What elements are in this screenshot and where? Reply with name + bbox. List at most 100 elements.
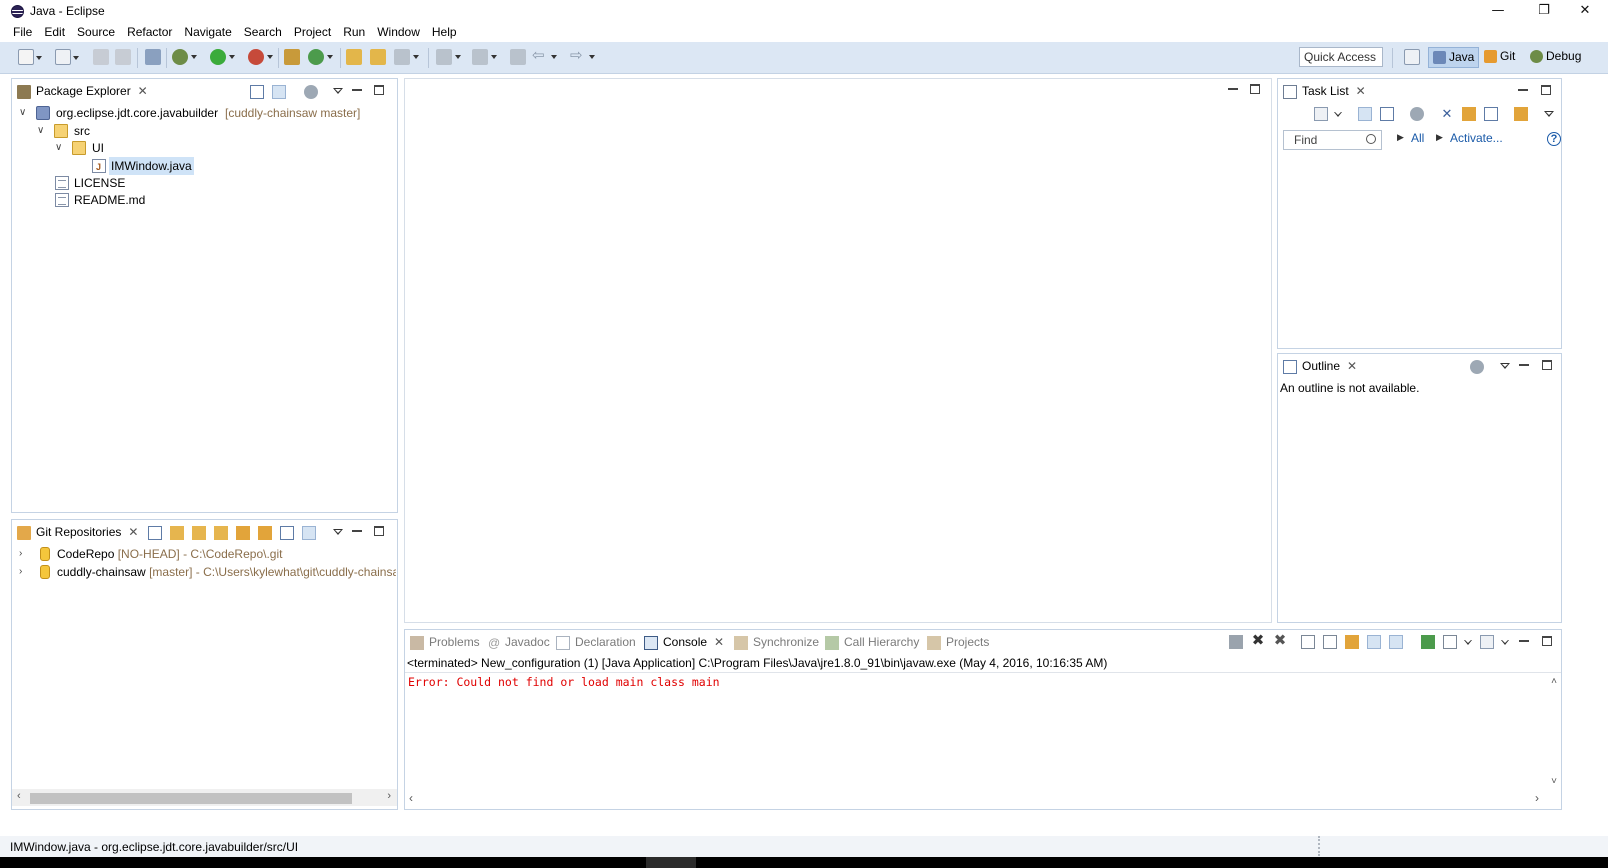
maximize-view-icon[interactable] bbox=[374, 526, 384, 536]
menu-source[interactable]: Source bbox=[71, 22, 121, 42]
console-error-output[interactable]: Error: Could not find or load main class… bbox=[408, 675, 720, 689]
close-tab-icon[interactable]: ✕ bbox=[138, 81, 148, 101]
find-task-input[interactable]: Find bbox=[1283, 130, 1382, 150]
menu-refactor[interactable]: Refactor bbox=[121, 22, 178, 42]
collapse-all-icon[interactable] bbox=[148, 526, 162, 540]
open-perspective-icon[interactable] bbox=[1404, 49, 1420, 65]
repo-item-cuddly-chainsaw[interactable]: › cuddly-chainsaw [master] - C:\Users\ky… bbox=[19, 563, 396, 581]
scroll-down-icon[interactable]: ˅ bbox=[1551, 776, 1557, 787]
maximize-view-icon[interactable] bbox=[1541, 85, 1551, 95]
perspective-git[interactable]: Git bbox=[1480, 47, 1519, 68]
view-menu-icon[interactable] bbox=[1544, 111, 1554, 117]
search-icon[interactable] bbox=[394, 49, 419, 65]
all-tasks-link[interactable]: All bbox=[1411, 131, 1424, 145]
tab-outline[interactable]: Outline ✕ bbox=[1278, 356, 1363, 378]
tab-synchronize[interactable]: Synchronize bbox=[729, 632, 825, 654]
activate-link[interactable]: Activate... bbox=[1450, 131, 1503, 145]
pin-console-icon[interactable] bbox=[1421, 635, 1435, 649]
close-button[interactable]: ✕ bbox=[1562, 0, 1608, 22]
word-wrap-icon[interactable] bbox=[1345, 635, 1359, 649]
menu-file[interactable]: File bbox=[7, 22, 38, 42]
tab-declaration[interactable]: Declaration bbox=[551, 632, 642, 654]
horizontal-scrollbar[interactable]: ‹ › bbox=[12, 789, 397, 806]
previous-annotation-icon[interactable] bbox=[472, 49, 497, 65]
open-console-icon[interactable] bbox=[1480, 635, 1494, 649]
add-repository-icon[interactable] bbox=[170, 526, 184, 540]
repo-item-coderepo[interactable]: › CodeRepo [NO-HEAD] - C:\CodeRepo\.git bbox=[19, 545, 394, 563]
perspective-debug[interactable]: Debug bbox=[1526, 47, 1585, 68]
minimize-view-icon[interactable] bbox=[1519, 636, 1529, 646]
display-selected-console-icon[interactable] bbox=[1443, 635, 1457, 649]
terminate-icon[interactable] bbox=[1229, 635, 1243, 649]
search-icon[interactable] bbox=[1366, 134, 1376, 144]
tree-item-license[interactable]: LICENSE bbox=[55, 174, 155, 192]
menu-help[interactable]: Help bbox=[426, 22, 463, 42]
minimize-view-icon[interactable] bbox=[352, 85, 362, 95]
maximize-view-icon[interactable] bbox=[374, 85, 384, 95]
next-annotation-icon[interactable] bbox=[436, 49, 461, 65]
minimize-view-icon[interactable] bbox=[1518, 85, 1528, 95]
console-dropdown-icon[interactable] bbox=[1464, 640, 1472, 645]
link-with-selection-icon[interactable] bbox=[258, 526, 272, 540]
minimize-button[interactable]: — bbox=[1475, 0, 1521, 22]
hierarchical-layout-icon[interactable] bbox=[280, 526, 294, 540]
tree-item-readme[interactable]: README.md bbox=[55, 191, 165, 209]
show-on-stdout-icon[interactable] bbox=[1367, 635, 1381, 649]
tab-task-list[interactable]: Task List ✕ bbox=[1278, 81, 1371, 103]
view-menu-icon[interactable] bbox=[333, 529, 343, 535]
repository-sync-icon[interactable] bbox=[1514, 107, 1528, 121]
new-icon[interactable] bbox=[18, 49, 42, 65]
help-icon[interactable]: ? bbox=[1547, 132, 1561, 146]
show-on-stderr-icon[interactable] bbox=[1389, 635, 1403, 649]
hide-completed-icon[interactable]: ✕ bbox=[1440, 107, 1454, 121]
new-task-icon[interactable] bbox=[1314, 107, 1328, 121]
tree-item-src[interactable]: ∨ src bbox=[37, 122, 137, 140]
chevron-right-icon[interactable]: › bbox=[19, 563, 22, 581]
open-type-icon[interactable] bbox=[346, 49, 362, 65]
restore-button[interactable]: ❐ bbox=[1521, 0, 1567, 22]
forward-arrow-icon[interactable]: ⇨ bbox=[570, 48, 595, 65]
chevron-down-icon[interactable]: ∨ bbox=[55, 139, 62, 157]
close-tab-icon[interactable]: ✕ bbox=[1356, 81, 1366, 101]
tab-problems[interactable]: Problems bbox=[405, 632, 486, 654]
new-java-package-icon[interactable] bbox=[284, 49, 300, 65]
scheduled-icon[interactable] bbox=[1380, 107, 1394, 121]
scrollbar-thumb[interactable] bbox=[30, 793, 352, 804]
scroll-up-icon[interactable]: ˄ bbox=[1551, 676, 1557, 687]
menu-edit[interactable]: Edit bbox=[38, 22, 71, 42]
link-with-editor-icon[interactable] bbox=[272, 85, 286, 99]
focus-workweek-icon[interactable] bbox=[1410, 107, 1424, 121]
minimize-view-icon[interactable] bbox=[352, 526, 362, 536]
close-tab-icon[interactable]: ✕ bbox=[714, 632, 724, 652]
filter-icon[interactable] bbox=[302, 526, 316, 540]
chevron-down-icon[interactable]: ∨ bbox=[19, 104, 26, 122]
run-external-tools-icon[interactable] bbox=[248, 49, 273, 65]
chevron-right-icon[interactable]: › bbox=[19, 545, 22, 563]
tab-package-explorer[interactable]: Package Explorer ✕ bbox=[12, 81, 153, 103]
refresh-icon[interactable] bbox=[236, 526, 250, 540]
chevron-down-icon[interactable]: ∨ bbox=[37, 122, 44, 140]
categorized-icon[interactable] bbox=[1358, 107, 1372, 121]
scroll-left-icon[interactable]: ‹ bbox=[409, 791, 413, 805]
focus-active-task-icon[interactable] bbox=[1470, 360, 1484, 374]
save-icon[interactable] bbox=[93, 49, 109, 65]
open-console-dropdown-icon[interactable] bbox=[1501, 640, 1509, 645]
tab-javadoc[interactable]: @ Javadoc bbox=[483, 632, 556, 654]
tab-git-repositories[interactable]: Git Repositories ✕ bbox=[12, 522, 144, 544]
scroll-right-icon[interactable]: › bbox=[1535, 791, 1539, 805]
tab-projects[interactable]: Projects bbox=[922, 632, 995, 654]
tab-console[interactable]: Console ✕ bbox=[639, 632, 730, 654]
quick-access-field[interactable]: Quick Access bbox=[1299, 47, 1383, 67]
synchronize-icon[interactable] bbox=[1462, 107, 1476, 121]
maximize-view-icon[interactable] bbox=[1542, 360, 1552, 370]
collapse-all-icon[interactable] bbox=[250, 85, 264, 99]
editor-area[interactable] bbox=[404, 78, 1272, 623]
remove-all-terminated-icon[interactable]: ✖ bbox=[1273, 633, 1287, 648]
scroll-left-icon[interactable]: ‹ bbox=[17, 790, 21, 802]
tree-item-ui[interactable]: ∨ UI bbox=[55, 139, 155, 157]
close-tab-icon[interactable]: ✕ bbox=[128, 522, 138, 542]
menu-project[interactable]: Project bbox=[288, 22, 337, 42]
scroll-right-icon[interactable]: › bbox=[387, 790, 391, 802]
save-all-icon[interactable] bbox=[115, 49, 131, 65]
minimize-view-icon[interactable] bbox=[1519, 360, 1529, 370]
